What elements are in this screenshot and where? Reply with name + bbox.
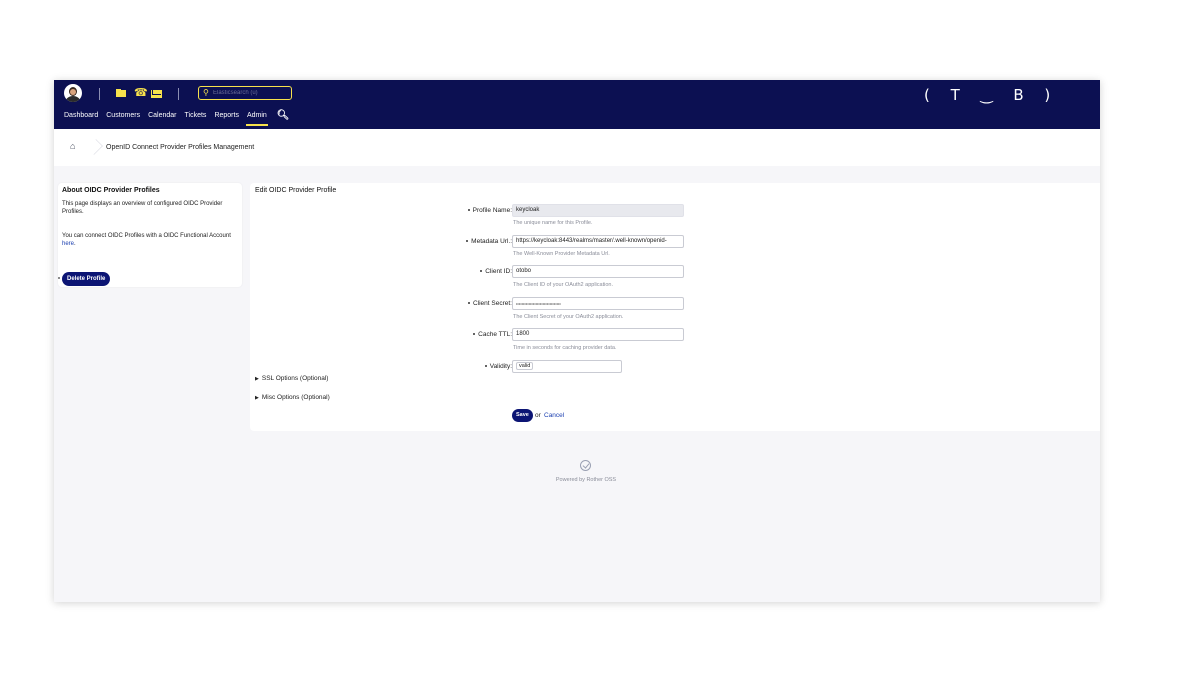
client-id-hint: The Client ID of your OAuth2 application… (513, 282, 613, 288)
or-text: or (535, 412, 541, 419)
metadata-url-field[interactable]: https://keycloak:8443/realms/master/.wel… (512, 235, 684, 248)
client-secret-field[interactable]: •••••••••••••••••••••••••••••••• (512, 297, 684, 310)
nav-tickets[interactable]: Tickets (181, 111, 211, 125)
sidebar-connect-text: You can connect OIDC Profiles with a OID… (62, 233, 231, 247)
otobo-logo: ( T ‿ B ) (924, 86, 1059, 104)
sidebar-title: About OIDC Provider Profiles (62, 187, 160, 194)
footer-powered-by[interactable]: Powered by Rother OSS (552, 477, 620, 483)
breadcrumb-current: OpenID Connect Provider Profiles Managem… (106, 144, 255, 151)
elasticsearch-box[interactable]: ⚲ (198, 86, 292, 100)
panel-title: Edit OIDC Provider Profile (255, 187, 337, 194)
client-secret-label: Client Secret: (326, 300, 512, 307)
breadcrumb: ⌂ OpenID Connect Provider Profiles Manag… (54, 129, 1100, 166)
nav-search-icon[interactable]: 🔍︎ (271, 111, 296, 125)
expand-arrow-icon: ▶ (255, 376, 259, 382)
misc-options-toggle[interactable]: ▶ Misc Options (Optional) (255, 394, 330, 401)
here-link[interactable]: here (62, 241, 74, 247)
browser-window: ☎ ⚲ Dashboard Customers Calendar Tickets… (54, 80, 1100, 602)
sidebar-about: About OIDC Provider Profiles This page d… (58, 183, 242, 287)
metadata-url-hint: The Well-Known Provider Metadata Url. (513, 251, 610, 257)
nav-reports[interactable]: Reports (210, 111, 243, 125)
delete-profile-button[interactable]: Delete Profile (62, 272, 111, 286)
top-navigation-bar: ☎ ⚲ Dashboard Customers Calendar Tickets… (54, 80, 1100, 129)
nav-calendar[interactable]: Calendar (144, 111, 180, 125)
folder-icon[interactable] (116, 87, 128, 99)
home-icon[interactable]: ⌂ (70, 141, 75, 151)
sidebar-description: This page displays an overview of config… (62, 201, 223, 215)
nav-admin[interactable]: Admin (243, 111, 271, 126)
main-nav: Dashboard Customers Calendar Tickets Rep… (60, 111, 296, 126)
divider (99, 88, 100, 100)
profile-name-hint: The unique name for this Profile. (513, 220, 593, 226)
expand-arrow-icon: ▶ (255, 395, 259, 401)
profile-name-field: keycloak (512, 204, 684, 217)
phone-icon[interactable]: ☎ (134, 87, 148, 99)
validity-select[interactable]: valid (512, 360, 622, 373)
search-input[interactable] (213, 88, 289, 98)
bullet (58, 277, 60, 279)
mail-icon[interactable] (151, 87, 163, 99)
metadata-url-label: Metadata Url.: (326, 238, 512, 245)
nav-dashboard[interactable]: Dashboard (60, 111, 102, 125)
edit-profile-panel: Edit OIDC Provider Profile Profile Name:… (250, 183, 1100, 431)
search-icon: ⚲ (203, 88, 209, 97)
save-button[interactable]: Save (512, 409, 533, 422)
cache-ttl-label: Cache TTL: (326, 331, 512, 338)
ssl-options-toggle[interactable]: ▶ SSL Options (Optional) (255, 375, 328, 382)
validity-label: Validity: (326, 363, 512, 370)
user-avatar[interactable] (64, 84, 82, 102)
nav-customers[interactable]: Customers (102, 111, 144, 125)
checkmark-circle-icon (580, 460, 591, 471)
client-secret-hint: The Client Secret of your OAuth2 applica… (513, 314, 624, 320)
breadcrumb-separator (87, 139, 103, 155)
cancel-link[interactable]: Cancel (544, 412, 564, 419)
profile-name-label: Profile Name: (326, 207, 512, 214)
divider (178, 88, 179, 100)
cache-ttl-hint: Time in seconds for caching provider dat… (513, 345, 617, 351)
client-id-field[interactable]: otobo (512, 265, 684, 278)
client-id-label: Client ID: (326, 268, 512, 275)
cache-ttl-field[interactable]: 1800 (512, 328, 684, 341)
